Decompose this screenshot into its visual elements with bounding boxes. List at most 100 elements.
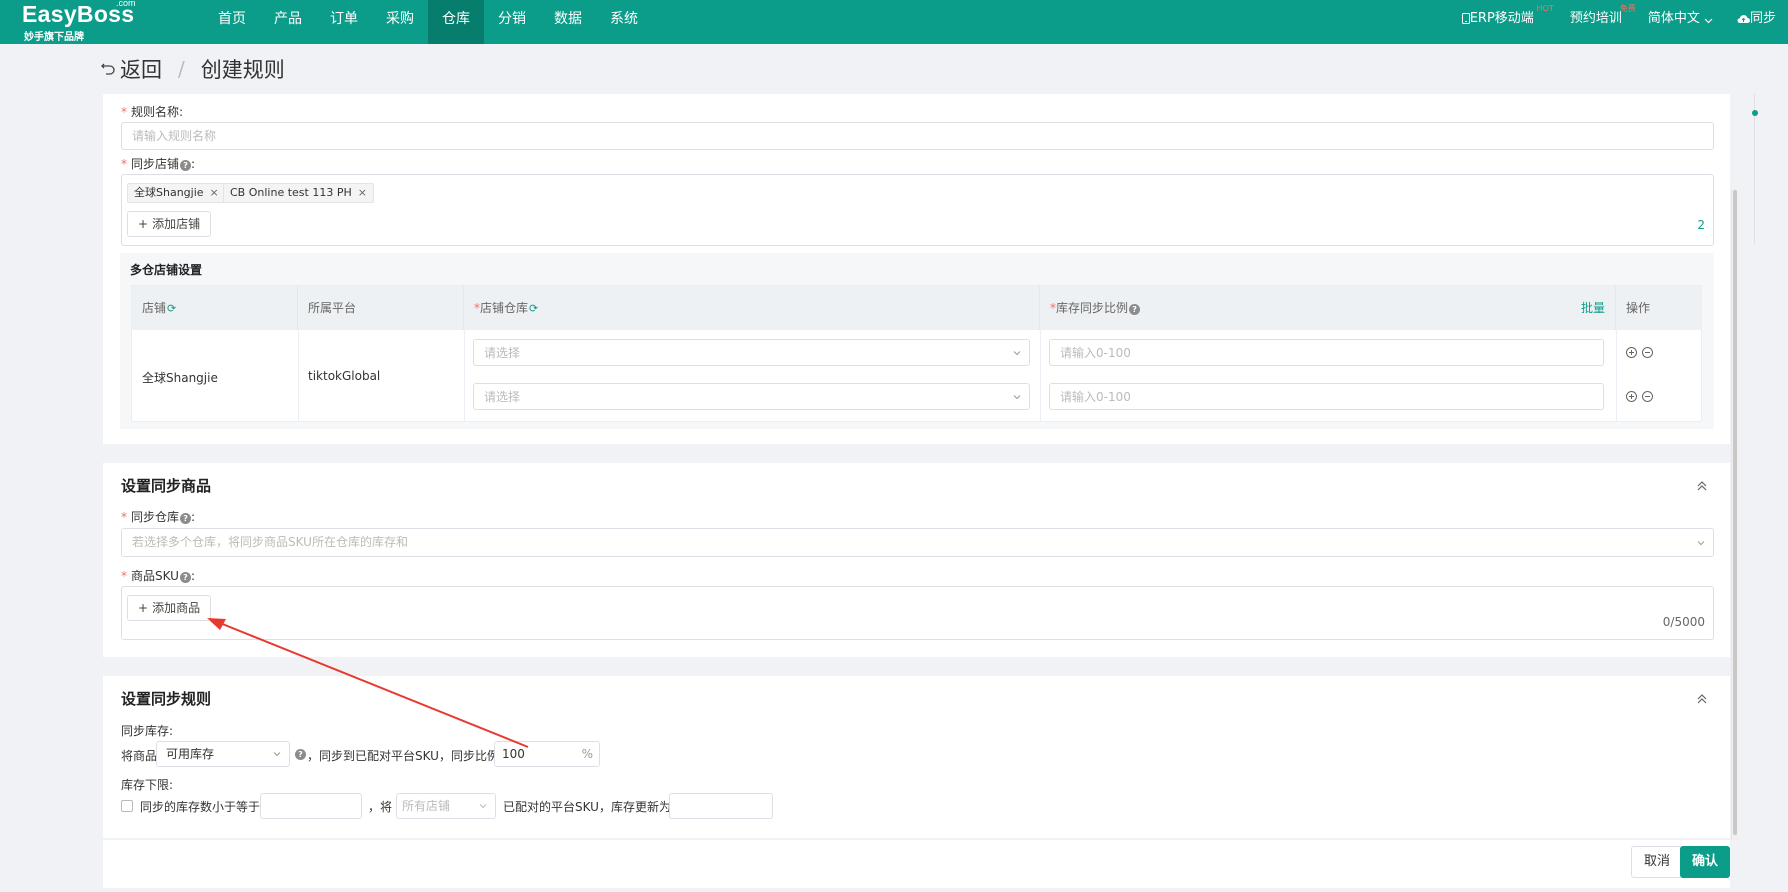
top-navigation-bar: EasyBoss .com 妙手旗下品牌 首页 产品 订单 采购 仓库 分销 数… bbox=[0, 0, 1788, 44]
chevron-down-icon bbox=[1013, 351, 1021, 356]
nav-item-distribution[interactable]: 分销 bbox=[484, 0, 540, 44]
store-scope-select[interactable]: 所有店铺 bbox=[396, 793, 496, 819]
help-icon[interactable]: ? bbox=[180, 160, 192, 171]
sync-rule-card: 设置同步规则 同步库存: 将商品 可用库存 ? ，同步到已配对平台SKU，同步比… bbox=[103, 676, 1730, 838]
add-row-icon[interactable] bbox=[1626, 347, 1637, 358]
anchor-nav-line bbox=[1754, 94, 1755, 244]
sentence-mid: ，同步到已配对平台SKU，同步比例 bbox=[307, 749, 499, 763]
sku-label: * 商品SKU?: bbox=[121, 569, 195, 583]
help-icon[interactable]: ? bbox=[180, 513, 192, 524]
chevron-down-icon bbox=[1013, 395, 1021, 400]
store-count: 2 bbox=[1697, 218, 1705, 232]
lower-comma: ，将 bbox=[368, 800, 393, 814]
sync-ratio-input[interactable]: 100 % bbox=[494, 741, 600, 767]
footer-bar: 取消 确认 bbox=[103, 840, 1730, 888]
ratio-input[interactable] bbox=[1049, 339, 1604, 366]
mobile-phone-icon bbox=[1461, 13, 1470, 24]
column-platform: 所属平台 bbox=[298, 286, 464, 330]
right-nav: ERP移动端 HOT 预约培训 免费 简体中文 同步 bbox=[1448, 0, 1788, 44]
sync-stock-label: 同步库存: bbox=[121, 724, 174, 738]
lower-limit-checkbox[interactable] bbox=[121, 800, 133, 812]
nav-item-data[interactable]: 数据 bbox=[540, 0, 596, 44]
remove-row-icon[interactable] bbox=[1642, 347, 1653, 358]
sync-link[interactable]: 同步 bbox=[1727, 0, 1788, 38]
logo-subtitle: 妙手旗下品牌 bbox=[24, 32, 84, 43]
add-store-button[interactable]: + 添加店铺 bbox=[127, 211, 212, 237]
refresh-icon[interactable]: ⟳ bbox=[167, 302, 176, 315]
column-actions: 操作 bbox=[1626, 301, 1651, 315]
add-row-icon[interactable] bbox=[1626, 391, 1637, 402]
remove-row-icon[interactable] bbox=[1642, 391, 1653, 402]
chevron-double-up-icon[interactable] bbox=[1695, 692, 1709, 706]
hot-badge: HOT bbox=[1536, 4, 1554, 13]
help-icon[interactable]: ? bbox=[1129, 304, 1141, 315]
breadcrumb-separator: / bbox=[178, 57, 185, 81]
sync-store-box: 全球Shangjie × CB Online test 113 PH × + 添加店铺… bbox=[121, 174, 1714, 246]
column-ratio: *库存同步比例? 批量 bbox=[1040, 286, 1616, 330]
nav-item-home[interactable]: 首页 bbox=[204, 0, 260, 44]
column-divider bbox=[1616, 330, 1617, 422]
stock-type-select[interactable]: 可用库存 bbox=[156, 741, 290, 767]
chevron-down-icon bbox=[479, 804, 487, 809]
plus-icon: + bbox=[138, 217, 149, 231]
erp-mobile-link[interactable]: ERP移动端 HOT bbox=[1448, 0, 1556, 38]
chevron-double-up-icon[interactable] bbox=[1695, 479, 1709, 493]
chevron-down-icon bbox=[1697, 541, 1705, 546]
update-stock-input[interactable] bbox=[669, 793, 773, 819]
easyboss-logo[interactable]: EasyBoss .com 妙手旗下品牌 bbox=[22, 0, 152, 44]
warehouse-select[interactable]: 请选择 bbox=[473, 383, 1030, 410]
sync-rule-title: 设置同步规则 bbox=[121, 690, 212, 708]
sync-warehouse-select[interactable]: 若选择多个仓库，将同步商品SKU所在仓库的库存和 bbox=[121, 528, 1714, 557]
column-warehouse: *店铺仓库⟳ bbox=[464, 286, 1040, 330]
chevron-down-icon bbox=[1704, 18, 1713, 24]
column-divider bbox=[1040, 330, 1041, 422]
close-icon[interactable]: × bbox=[210, 186, 219, 199]
breadcrumb: 返回 / 创建规则 bbox=[100, 54, 285, 84]
sentence-prefix: 将商品 bbox=[121, 749, 158, 763]
row-store: 全球Shangjie bbox=[142, 371, 218, 385]
main-nav: 首页 产品 订单 采购 仓库 分销 数据 系统 bbox=[204, 0, 652, 44]
sync-store-label: * 同步店铺?: bbox=[121, 157, 196, 171]
training-label: 预约培训 bbox=[1569, 11, 1622, 26]
nav-item-products[interactable]: 产品 bbox=[260, 0, 316, 44]
close-icon[interactable]: × bbox=[358, 186, 367, 199]
cancel-button[interactable]: 取消 bbox=[1630, 846, 1683, 878]
scrollbar-thumb[interactable] bbox=[1733, 190, 1737, 835]
add-goods-button[interactable]: + 添加商品 bbox=[127, 595, 212, 621]
nav-item-warehouse[interactable]: 仓库 bbox=[428, 0, 484, 44]
erp-mobile-label: ERP移动端 bbox=[1469, 11, 1534, 26]
ratio-input[interactable] bbox=[1049, 383, 1604, 410]
rule-name-label: * 规则名称: bbox=[121, 105, 184, 119]
column-divider bbox=[298, 330, 299, 422]
help-icon[interactable]: ? bbox=[295, 749, 306, 760]
language-label: 简体中文 bbox=[1647, 11, 1700, 26]
language-selector[interactable]: 简体中文 bbox=[1634, 0, 1727, 38]
lower-limit-input[interactable] bbox=[260, 793, 362, 819]
warehouse-select[interactable]: 请选择 bbox=[473, 339, 1030, 366]
nav-item-purchase[interactable]: 采购 bbox=[372, 0, 428, 44]
back-link[interactable]: 返回 bbox=[120, 54, 162, 84]
logo-com-text: .com bbox=[116, 0, 136, 8]
nav-item-orders[interactable]: 订单 bbox=[316, 0, 372, 44]
cloud-upload-icon bbox=[1737, 15, 1750, 24]
sync-goods-title: 设置同步商品 bbox=[121, 477, 212, 495]
help-icon[interactable]: ? bbox=[179, 572, 191, 583]
column-divider bbox=[464, 330, 465, 422]
lower-prefix: 同步的库存数小于等于 bbox=[140, 800, 261, 814]
percent-unit: % bbox=[581, 747, 593, 761]
sku-count: 0/5000 bbox=[1662, 615, 1705, 629]
refresh-icon[interactable]: ⟳ bbox=[529, 302, 538, 315]
table-header: 店铺⟳ 所属平台 *店铺仓库⟳ *库存同步比例? 批量 操作 bbox=[132, 286, 1701, 330]
confirm-button[interactable]: 确认 bbox=[1679, 846, 1730, 878]
anchor-nav-dot[interactable] bbox=[1752, 110, 1758, 116]
sync-label: 同步 bbox=[1749, 11, 1776, 26]
multi-warehouse-table: 店铺⟳ 所属平台 *店铺仓库⟳ *库存同步比例? 批量 操作 全球Shangji… bbox=[131, 285, 1702, 422]
rule-name-input[interactable] bbox=[121, 122, 1714, 150]
sync-goods-card: 设置同步商品 * 同步仓库?: 若选择多个仓库，将同步商品SKU所在仓库的库存和 … bbox=[103, 463, 1730, 657]
plus-icon: + bbox=[138, 601, 149, 615]
chevron-down-icon bbox=[273, 752, 281, 757]
back-arrow-icon[interactable] bbox=[100, 61, 116, 77]
nav-item-system[interactable]: 系统 bbox=[596, 0, 652, 44]
batch-link[interactable]: 批量 bbox=[1581, 286, 1605, 330]
training-link[interactable]: 预约培训 免费 bbox=[1556, 0, 1636, 38]
